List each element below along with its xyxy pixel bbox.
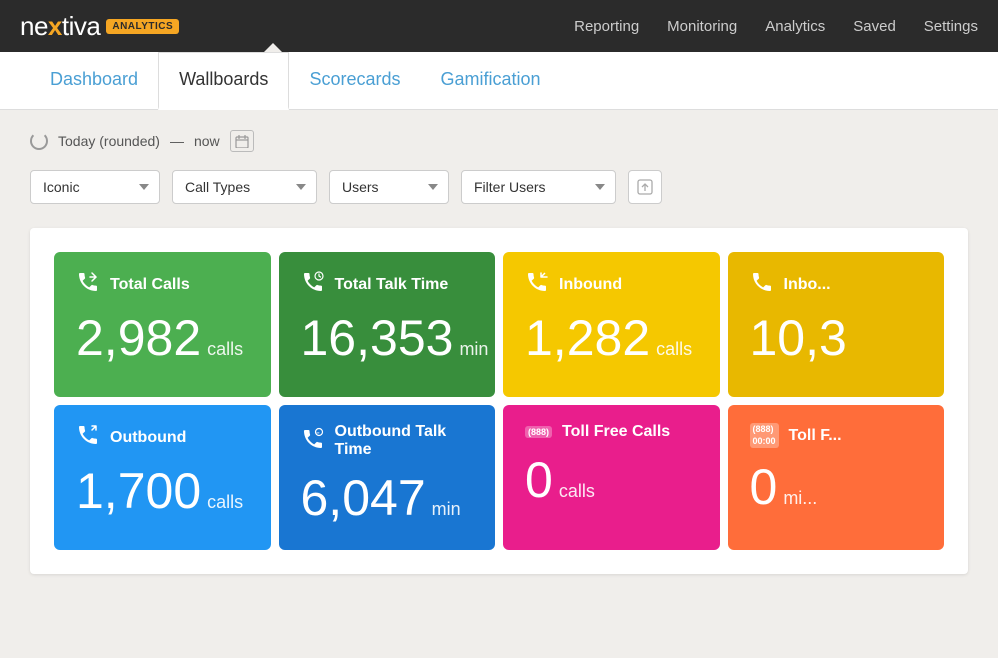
card-total-talk-time-number: 16,353: [301, 313, 454, 363]
card-inbound-number: 1,282: [525, 313, 650, 363]
card-inbound-talk-time-title: Inbo...: [784, 276, 831, 294]
card-outbound-talk-time-header: ∞ Outbound Talk Time: [301, 423, 474, 459]
card-total-talk-time: Total Talk Time 16,353 min: [279, 252, 496, 397]
card-toll-free-talk-time-number: 0: [750, 462, 778, 512]
tab-gamification[interactable]: Gamification: [420, 53, 560, 109]
toll-free-clock-icon: (888) 00:00: [750, 423, 779, 448]
card-total-calls-value-row: 2,982 calls: [76, 313, 249, 363]
nav-analytics[interactable]: Analytics: [765, 18, 825, 35]
nav-monitoring[interactable]: Monitoring: [667, 18, 737, 35]
card-toll-free-calls-unit: calls: [559, 481, 595, 502]
phone-inbound-icon: [525, 270, 549, 299]
card-outbound-talk-time-title: Outbound Talk Time: [335, 423, 474, 459]
card-total-calls: Total Calls 2,982 calls: [54, 252, 271, 397]
card-total-talk-time-unit: min: [459, 339, 488, 360]
card-toll-free-calls: (888) Toll Free Calls 0 calls: [503, 405, 720, 550]
analytics-badge: ANALYTICS: [106, 19, 179, 34]
phone-clock-inbound-icon: [750, 270, 774, 299]
toll-free-icon: (888): [525, 426, 552, 439]
card-toll-free-talk-time-unit: mi...: [783, 488, 817, 509]
nav-reporting[interactable]: Reporting: [574, 18, 639, 35]
export-button[interactable]: [628, 170, 662, 204]
card-outbound-number: 1,700: [76, 466, 201, 516]
nav-links: Reporting Monitoring Analytics Saved Set…: [574, 18, 978, 35]
phone-outbound-icon: [76, 423, 100, 452]
card-toll-free-talk-time-title: Toll F...: [789, 427, 842, 445]
tabs-bar: Dashboard Wallboards Scorecards Gamifica…: [0, 52, 998, 110]
card-total-calls-header: Total Calls: [76, 270, 249, 299]
card-outbound-talk-time: ∞ Outbound Talk Time 6,047 min: [279, 405, 496, 550]
nav-settings[interactable]: Settings: [924, 18, 978, 35]
card-outbound-talk-time-unit: min: [432, 499, 461, 520]
card-inbound: Inbound 1,282 calls: [503, 252, 720, 397]
card-inbound-talk-time-value-row: 10,3: [750, 313, 923, 363]
svg-text:∞: ∞: [316, 430, 319, 435]
card-inbound-talk-time-header: Inbo...: [750, 270, 923, 299]
card-toll-free-calls-title: Toll Free Calls: [562, 423, 670, 441]
card-inbound-value-row: 1,282 calls: [525, 313, 698, 363]
card-outbound-talk-time-number: 6,047: [301, 473, 426, 523]
card-outbound-talk-time-value-row: 6,047 min: [301, 473, 474, 523]
card-total-calls-number: 2,982: [76, 313, 201, 363]
cards-container: Total Calls 2,982 calls: [30, 228, 968, 574]
view-select[interactable]: Iconic: [30, 170, 160, 204]
tab-wallboards[interactable]: Wallboards: [158, 52, 289, 110]
content-area: Today (rounded) — now Iconic Call Types …: [0, 110, 998, 594]
card-inbound-talk-time-number: 10,3: [750, 313, 847, 363]
users-select[interactable]: Users: [329, 170, 449, 204]
nav-saved[interactable]: Saved: [853, 18, 896, 35]
card-total-calls-unit: calls: [207, 339, 243, 360]
card-toll-free-talk-time: (888) 00:00 Toll F... 0 mi...: [728, 405, 945, 550]
card-inbound-title: Inbound: [559, 276, 622, 294]
date-text: Today (rounded): [58, 133, 160, 149]
date-row: Today (rounded) — now: [30, 130, 968, 152]
card-outbound-header: Outbound: [76, 423, 249, 452]
logo-text: nextiva: [20, 11, 100, 42]
filter-users-select[interactable]: Filter Users: [461, 170, 616, 204]
tab-scorecards[interactable]: Scorecards: [289, 53, 420, 109]
logo: nextiva ANALYTICS: [20, 11, 179, 42]
card-inbound-talk-time: Inbo... 10,3: [728, 252, 945, 397]
card-outbound-value-row: 1,700 calls: [76, 466, 249, 516]
card-outbound-unit: calls: [207, 492, 243, 513]
top-navigation: nextiva ANALYTICS Reporting Monitoring A…: [0, 0, 998, 52]
card-toll-free-calls-header: (888) Toll Free Calls: [525, 423, 698, 441]
call-types-select[interactable]: Call Types: [172, 170, 317, 204]
card-total-talk-time-header: Total Talk Time: [301, 270, 474, 299]
date-now: now: [194, 133, 220, 149]
card-toll-free-calls-number: 0: [525, 455, 553, 505]
card-toll-free-talk-time-value-row: 0 mi...: [750, 462, 923, 512]
card-inbound-header: Inbound: [525, 270, 698, 299]
calendar-icon[interactable]: [230, 130, 254, 152]
cards-grid: Total Calls 2,982 calls: [54, 252, 944, 550]
card-outbound-title: Outbound: [110, 429, 186, 447]
tab-dashboard[interactable]: Dashboard: [30, 53, 158, 109]
card-outbound: Outbound 1,700 calls: [54, 405, 271, 550]
date-separator: —: [170, 133, 184, 149]
phone-clock-icon: [301, 270, 325, 299]
card-total-talk-time-title: Total Talk Time: [335, 276, 449, 294]
card-inbound-unit: calls: [656, 339, 692, 360]
phone-outbound-clock-icon: ∞: [301, 427, 325, 456]
card-total-calls-title: Total Calls: [110, 276, 190, 294]
card-toll-free-talk-time-header: (888) 00:00 Toll F...: [750, 423, 923, 448]
refresh-icon[interactable]: [30, 132, 48, 150]
card-total-talk-time-value-row: 16,353 min: [301, 313, 474, 363]
phone-incoming-icon: [76, 270, 100, 299]
card-toll-free-calls-value-row: 0 calls: [525, 455, 698, 505]
filters-row: Iconic Call Types Users Filter Users: [30, 170, 968, 204]
